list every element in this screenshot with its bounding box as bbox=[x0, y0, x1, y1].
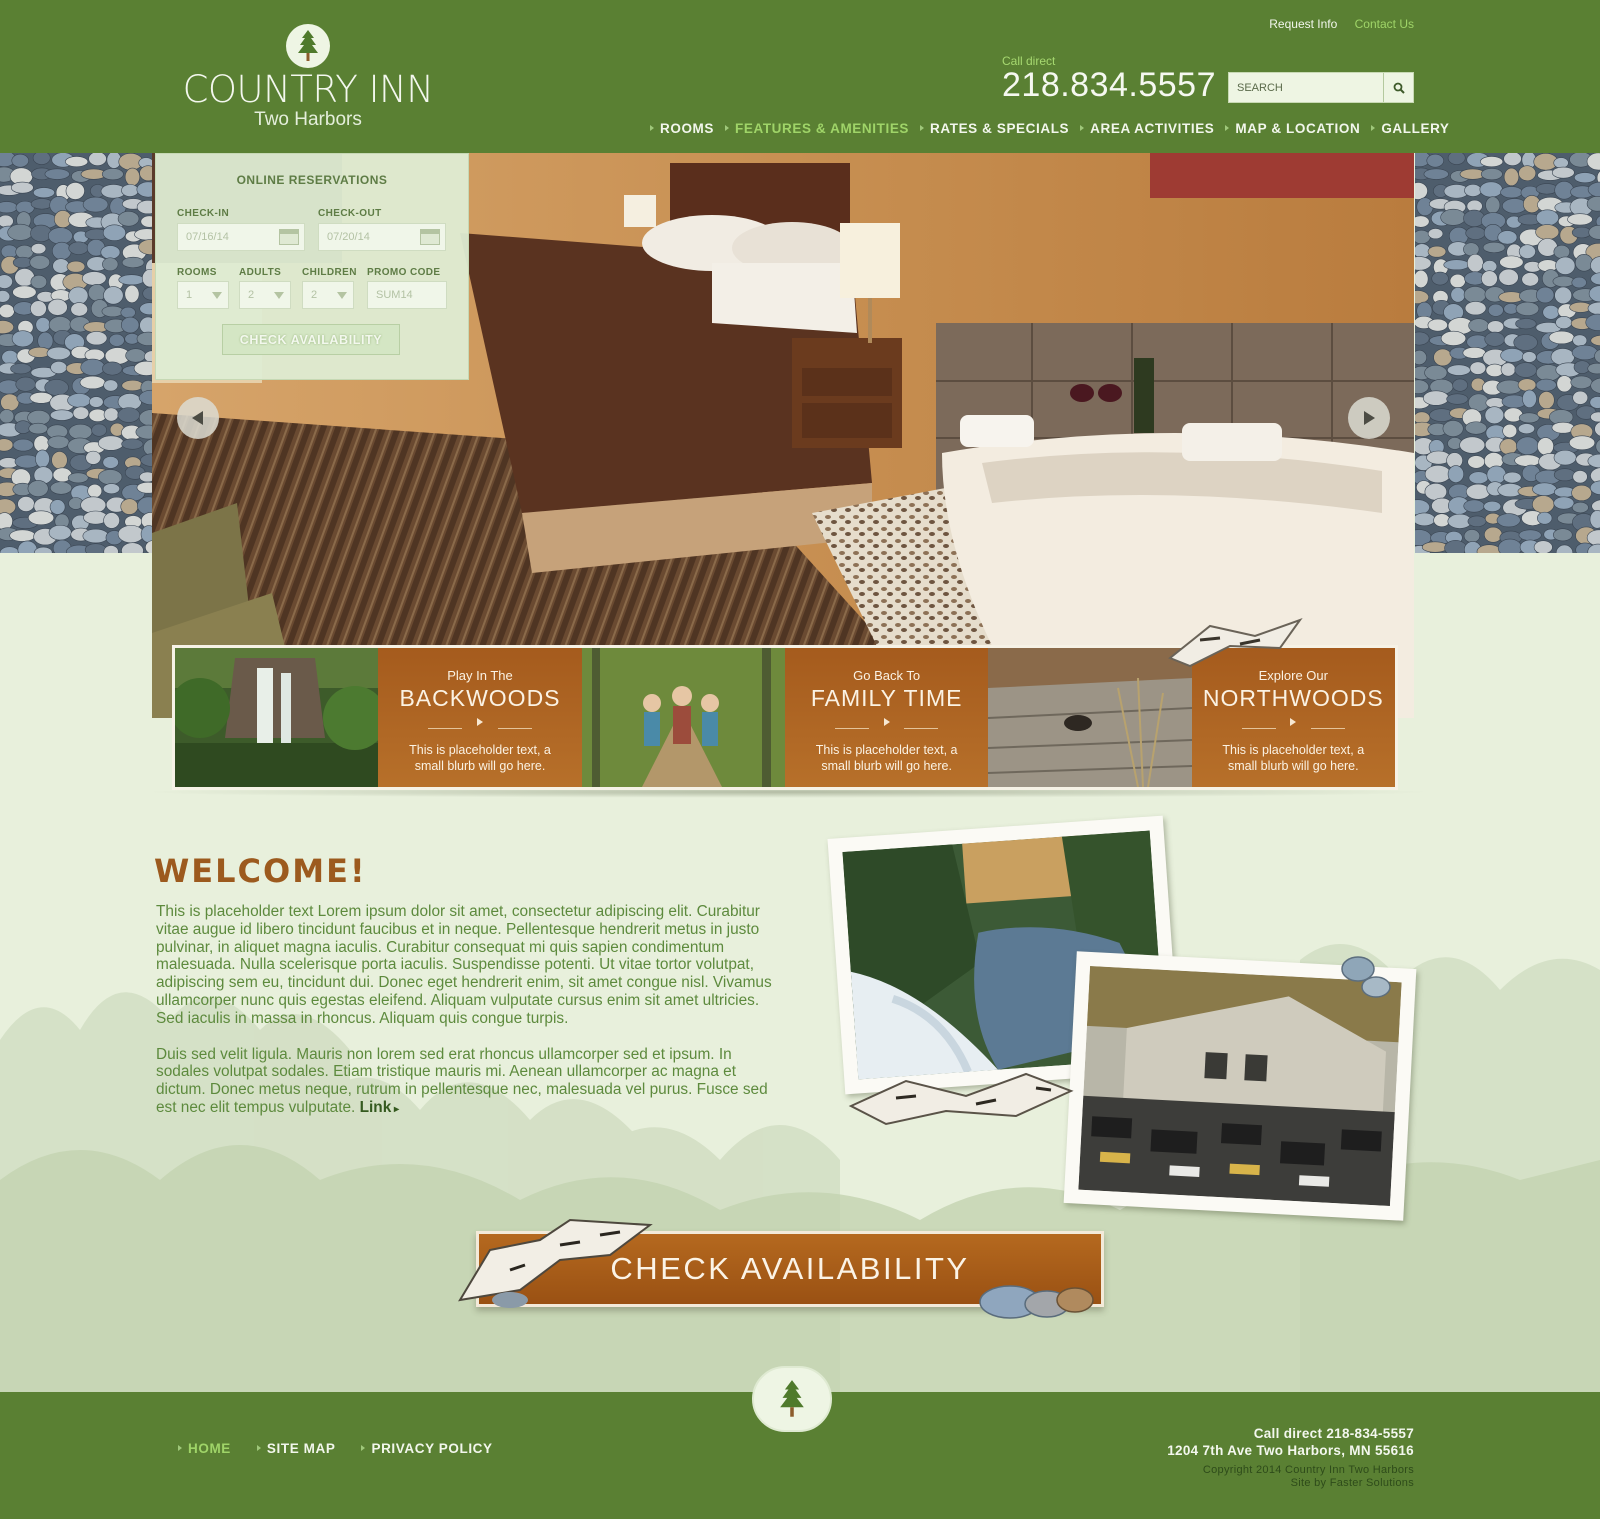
welcome-paragraph-1: This is placeholder text Lorem ipsum dol… bbox=[156, 903, 772, 1027]
nav-area-activities[interactable]: AREA ACTIVITIES bbox=[1078, 121, 1214, 136]
arrow-right-icon bbox=[785, 718, 988, 729]
slideshow-prev-button[interactable] bbox=[177, 397, 219, 439]
pine-tree-icon bbox=[298, 30, 318, 61]
feature-photo-driftwood[interactable] bbox=[988, 648, 1192, 787]
main-nav: ROOMS FEATURES & AMENITIES RATES & SPECI… bbox=[648, 121, 1459, 136]
feature-photo-waterfall[interactable] bbox=[175, 648, 379, 787]
arrow-left-icon bbox=[192, 411, 203, 425]
promo-code-placeholder: SUM14 bbox=[376, 289, 413, 301]
nav-rates-specials[interactable]: RATES & SPECIALS bbox=[918, 121, 1069, 136]
birch-bark-decoration bbox=[1168, 618, 1303, 668]
feature-blurb: This is placeholder text, a small blurb … bbox=[1222, 743, 1365, 774]
arrow-right-icon bbox=[378, 718, 581, 729]
feature-kicker: Explore Our bbox=[1258, 668, 1328, 683]
chevron-down-icon bbox=[212, 292, 222, 299]
footer-nav-privacy-policy[interactable]: PRIVACY POLICY bbox=[359, 1441, 492, 1456]
footer-address: 1204 7th Ave Two Harbors, MN 55616 bbox=[1167, 1443, 1414, 1458]
footer-contact-info: Call direct 218-834-5557 1204 7th Ave Tw… bbox=[1167, 1425, 1414, 1490]
footer-credit[interactable]: Site by Faster Solutions bbox=[1167, 1477, 1414, 1490]
checkin-field[interactable]: 07/16/14 bbox=[177, 223, 305, 251]
checkout-field[interactable]: 07/20/14 bbox=[318, 223, 446, 251]
birch-bark-decoration bbox=[458, 1218, 653, 1308]
feature-headline: FAMILY TIME bbox=[810, 685, 963, 711]
feature-blurb: This is placeholder text, a small blurb … bbox=[409, 743, 551, 774]
chevron-down-icon bbox=[337, 292, 347, 299]
rooms-select[interactable]: 1 bbox=[177, 281, 229, 309]
adults-select[interactable]: 2 bbox=[239, 281, 291, 309]
pine-tree-icon bbox=[780, 1380, 804, 1417]
reservations-title: ONLINE RESERVATIONS bbox=[236, 173, 388, 187]
feature-kicker: Go Back To bbox=[853, 668, 921, 683]
rooms-value: 1 bbox=[186, 289, 193, 301]
calendar-icon[interactable] bbox=[279, 229, 299, 245]
children-label: CHILDREN bbox=[302, 267, 357, 278]
checkout-label: CHECK-OUT bbox=[318, 208, 382, 219]
logo-badge bbox=[286, 24, 330, 68]
nav-features-amenities[interactable]: FEATURES & AMENITIES bbox=[723, 121, 909, 136]
brand-name: COUNTRY INN bbox=[182, 68, 434, 111]
welcome-paragraph-2-text: Duis sed velit ligula. Mauris non lorem … bbox=[156, 1045, 768, 1116]
feature-card-backwoods[interactable]: Play In The BACKWOODS This is placeholde… bbox=[378, 648, 582, 787]
stone-background-right bbox=[1415, 153, 1600, 593]
feature-headline: BACKWOODS bbox=[399, 685, 561, 711]
search-icon bbox=[1393, 82, 1405, 94]
nav-rooms[interactable]: ROOMS bbox=[648, 121, 714, 136]
contact-us-link[interactable]: Contact Us bbox=[1355, 17, 1414, 31]
rooms-label: ROOMS bbox=[177, 267, 217, 278]
stone-decoration bbox=[1341, 956, 1391, 998]
search-input[interactable] bbox=[1229, 73, 1383, 102]
site-header: COUNTRY INN Two Harbors Request Info Con… bbox=[0, 0, 1600, 153]
nav-map-location[interactable]: MAP & LOCATION bbox=[1223, 121, 1360, 136]
children-select[interactable]: 2 bbox=[302, 281, 354, 309]
welcome-paragraph-2: Duis sed velit ligula. Mauris non lorem … bbox=[156, 1046, 776, 1119]
promo-code-input[interactable]: SUM14 bbox=[367, 281, 447, 309]
check-availability-button[interactable]: CHECK AVAILABILITY bbox=[222, 324, 400, 355]
footer-nav-home[interactable]: HOME bbox=[176, 1441, 231, 1456]
feature-card-family-time[interactable]: Go Back To FAMILY TIME This is placehold… bbox=[784, 648, 989, 787]
calendar-icon[interactable] bbox=[420, 229, 440, 245]
feature-headline: NORTHWOODS bbox=[1202, 685, 1384, 711]
logo[interactable]: COUNTRY INN Two Harbors bbox=[168, 24, 448, 131]
footer-copyright: Copyright 2014 Country Inn Two Harbors bbox=[1202, 1464, 1414, 1476]
stone-background-left bbox=[0, 153, 160, 593]
search-button[interactable] bbox=[1383, 73, 1413, 102]
footer-nav: HOME SITE MAP PRIVACY POLICY bbox=[176, 1441, 517, 1456]
feature-card-northwoods[interactable]: Explore Our NORTHWOODS This is placehold… bbox=[1191, 648, 1395, 787]
footer-nav-site-map[interactable]: SITE MAP bbox=[255, 1441, 336, 1456]
call-direct: Call direct 218.834.5557 bbox=[1002, 54, 1216, 105]
feature-blurb: This is placeholder text, a small blurb … bbox=[815, 743, 958, 774]
welcome-body: This is placeholder text Lorem ipsum dol… bbox=[156, 903, 776, 1137]
stone-decoration bbox=[979, 1285, 1094, 1319]
welcome-heading: WELCOME! bbox=[154, 852, 367, 890]
feature-photo-kids[interactable] bbox=[581, 648, 785, 787]
children-value: 2 bbox=[311, 289, 318, 301]
feature-kicker: Play In The bbox=[447, 668, 513, 683]
phone-number[interactable]: 218.834.5557 bbox=[1002, 66, 1216, 105]
footer-phone[interactable]: Call direct 218-834-5557 bbox=[1167, 1425, 1414, 1442]
adults-value: 2 bbox=[248, 289, 255, 301]
footer-logo-badge[interactable] bbox=[752, 1366, 832, 1432]
checkin-value: 07/16/14 bbox=[186, 231, 229, 243]
arrow-right-icon bbox=[1364, 411, 1375, 425]
arrow-right-icon bbox=[1192, 718, 1395, 729]
checkin-label: CHECK-IN bbox=[177, 208, 230, 219]
nav-gallery[interactable]: GALLERY bbox=[1369, 121, 1449, 136]
search-box bbox=[1228, 72, 1414, 103]
promo-code-label: PROMO CODE bbox=[367, 267, 441, 278]
brand-location: Two Harbors bbox=[254, 108, 362, 130]
checkout-value: 07/20/14 bbox=[327, 231, 370, 243]
request-info-link[interactable]: Request Info bbox=[1269, 17, 1337, 31]
welcome-read-more-link[interactable]: Link bbox=[360, 1099, 399, 1116]
top-links: Request Info Contact Us bbox=[1255, 17, 1414, 31]
slideshow-next-button[interactable] bbox=[1348, 397, 1390, 439]
birch-bark-decoration bbox=[848, 1072, 1074, 1126]
adults-label: ADULTS bbox=[239, 267, 282, 278]
online-reservations-panel: ONLINE RESERVATIONS CHECK-IN 07/16/14 CH… bbox=[155, 153, 469, 380]
chevron-down-icon bbox=[274, 292, 284, 299]
